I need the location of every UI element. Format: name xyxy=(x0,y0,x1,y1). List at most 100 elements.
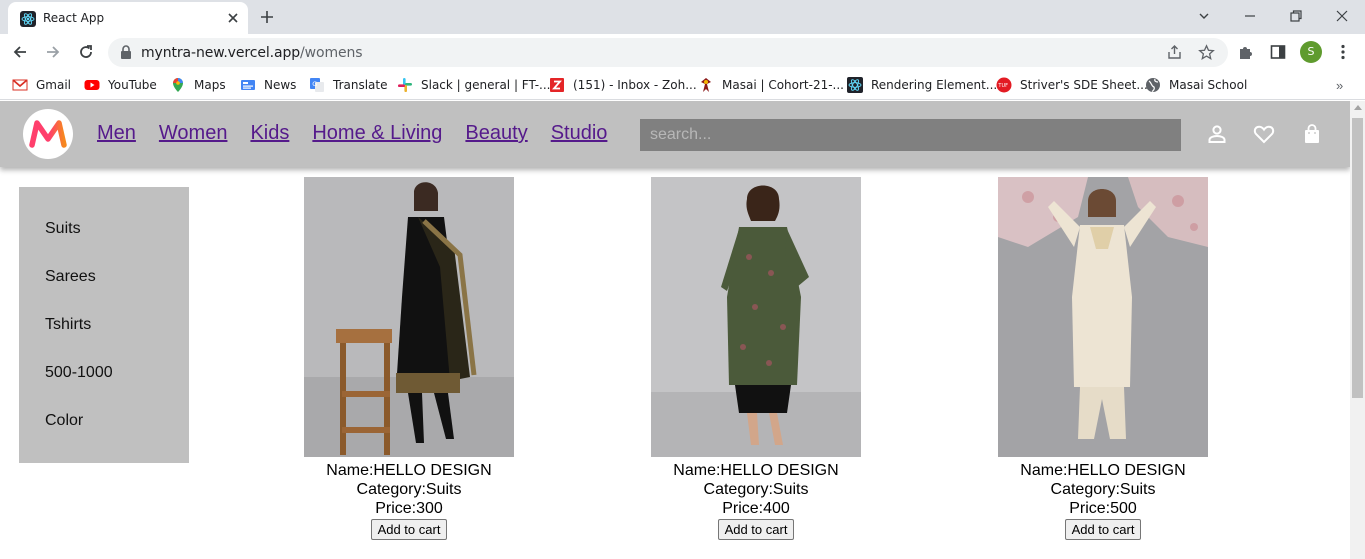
tab-strip: React App xyxy=(0,0,1365,34)
browser-tab[interactable]: React App xyxy=(8,2,248,34)
search-input[interactable] xyxy=(640,119,1181,151)
new-tab-icon[interactable] xyxy=(259,9,275,25)
product-price: Price:500 xyxy=(1069,500,1137,517)
bag-icon[interactable] xyxy=(1301,123,1323,145)
product-image[interactable] xyxy=(998,177,1208,457)
window-close-icon[interactable] xyxy=(1335,9,1349,23)
svg-text:TUF: TUF xyxy=(997,83,1008,89)
masai-icon xyxy=(701,78,711,92)
nav-link-women[interactable]: Women xyxy=(159,122,228,145)
bookmarks-bar: Gmail YouTube Maps News G Translate Slac… xyxy=(0,70,1365,100)
bookmark-zoho[interactable]: (151) - Inbox - Zoh... xyxy=(549,77,697,93)
bookmark-label: YouTube xyxy=(108,78,157,92)
bookmark-label: Translate xyxy=(333,78,388,92)
back-icon[interactable] xyxy=(11,43,29,61)
nav-link-home-living[interactable]: Home & Living xyxy=(312,122,442,145)
product-name: Name:HELLO DESIGN xyxy=(1020,462,1186,479)
bookmark-label: (151) - Inbox - Zoh... xyxy=(573,78,697,92)
product-photo xyxy=(304,177,514,457)
myntra-logo-icon xyxy=(29,120,67,148)
product-price: Price:400 xyxy=(722,500,790,517)
react-icon xyxy=(847,77,863,93)
translate-icon: G xyxy=(310,78,324,92)
menu-kebab-icon[interactable] xyxy=(1334,43,1352,61)
bookmark-label: Slack | general | FT-... xyxy=(421,78,551,92)
sidebar-item-color[interactable]: Color xyxy=(45,412,83,430)
restore-icon[interactable] xyxy=(1289,9,1303,23)
product-price: Price:300 xyxy=(375,500,443,517)
filter-sidebar: Suits Sarees Tshirts 500-1000 Color xyxy=(19,187,189,463)
profile-icon[interactable] xyxy=(1206,123,1228,145)
sidebar-item-suits[interactable]: Suits xyxy=(45,220,81,238)
star-icon[interactable] xyxy=(1198,44,1215,61)
slack-icon xyxy=(398,78,412,92)
wishlist-heart-icon[interactable] xyxy=(1253,123,1275,145)
svg-text:G: G xyxy=(312,80,317,88)
product-image[interactable] xyxy=(651,177,861,457)
site-navbar: Men Women Kids Home & Living Beauty Stud… xyxy=(0,101,1350,167)
product-photo xyxy=(651,177,861,457)
scroll-up-arrow-icon[interactable] xyxy=(1354,105,1362,110)
forward-icon[interactable] xyxy=(44,43,62,61)
bookmark-label: Rendering Element... xyxy=(871,78,998,92)
extensions-icon[interactable] xyxy=(1237,43,1255,61)
browser-toolbar: myntra-new.vercel.app/womens S xyxy=(0,34,1365,70)
product-photo xyxy=(998,177,1208,457)
bookmark-translate[interactable]: G Translate xyxy=(309,77,388,93)
product-name: Name:HELLO DESIGN xyxy=(326,462,492,479)
react-icon xyxy=(20,11,36,27)
bookmark-label: Masai | Cohort-21-... xyxy=(722,78,844,92)
bookmark-label: Striver's SDE Sheet... xyxy=(1020,78,1148,92)
add-to-cart-button[interactable]: Add to cart xyxy=(717,519,795,540)
bookmark-news[interactable]: News xyxy=(240,77,296,93)
scroll-thumb[interactable] xyxy=(1352,118,1363,398)
nav-link-men[interactable]: Men xyxy=(97,122,136,145)
bookmark-label: Maps xyxy=(194,78,226,92)
bookmark-label: Masai School xyxy=(1169,78,1248,92)
sidebar-item-price-range[interactable]: 500-1000 xyxy=(45,364,113,382)
page-viewport: Men Women Kids Home & Living Beauty Stud… xyxy=(0,101,1365,559)
nav-link-studio[interactable]: Studio xyxy=(551,122,608,145)
close-icon[interactable] xyxy=(226,11,240,25)
add-to-cart-button[interactable]: Add to cart xyxy=(1064,519,1142,540)
maps-icon xyxy=(173,78,183,92)
bookmark-youtube[interactable]: YouTube xyxy=(84,77,157,93)
gmail-icon xyxy=(12,79,28,91)
url-text[interactable]: myntra-new.vercel.app/womens xyxy=(141,45,363,61)
product-category: Category:Suits xyxy=(356,481,462,498)
product-image[interactable] xyxy=(304,177,514,457)
product-card: Name:HELLO DESIGN Category:Suits Price:5… xyxy=(998,177,1208,540)
share-icon[interactable] xyxy=(1166,44,1183,61)
profile-avatar[interactable]: S xyxy=(1300,41,1322,63)
myntra-logo[interactable] xyxy=(23,109,73,159)
minimize-icon[interactable] xyxy=(1243,9,1257,23)
bookmark-maps[interactable]: Maps xyxy=(170,77,226,93)
globe-icon xyxy=(1146,78,1160,93)
tuf-icon: TUF xyxy=(996,77,1012,93)
nav-link-beauty[interactable]: Beauty xyxy=(465,122,527,145)
bookmark-label: News xyxy=(264,78,297,92)
nav-link-kids[interactable]: Kids xyxy=(250,122,289,145)
reload-icon[interactable] xyxy=(77,43,95,61)
side-panel-icon[interactable] xyxy=(1269,43,1287,61)
bookmark-striver[interactable]: TUF Striver's SDE Sheet... xyxy=(996,77,1148,93)
bookmark-masai-school[interactable]: Masai School xyxy=(1145,77,1247,93)
address-bar[interactable]: myntra-new.vercel.app/womens xyxy=(108,38,1228,67)
lock-icon[interactable] xyxy=(120,45,132,59)
bookmarks-overflow-icon[interactable]: » xyxy=(1336,78,1343,93)
vertical-scrollbar[interactable] xyxy=(1350,101,1365,559)
tab-search-icon[interactable] xyxy=(1197,9,1211,23)
bookmark-slack[interactable]: Slack | general | FT-... xyxy=(397,77,551,93)
product-category: Category:Suits xyxy=(703,481,809,498)
bookmark-masai[interactable]: Masai | Cohort-21-... xyxy=(698,77,844,93)
bookmark-rendering[interactable]: Rendering Element... xyxy=(847,77,997,93)
tab-title: React App xyxy=(43,11,105,25)
sidebar-item-tshirts[interactable]: Tshirts xyxy=(45,316,91,334)
sidebar-item-sarees[interactable]: Sarees xyxy=(45,268,96,286)
bookmark-gmail[interactable]: Gmail xyxy=(12,77,71,93)
product-name: Name:HELLO DESIGN xyxy=(673,462,839,479)
zoho-icon xyxy=(550,78,564,92)
youtube-icon xyxy=(84,80,100,90)
add-to-cart-button[interactable]: Add to cart xyxy=(370,519,448,540)
url-path: /womens xyxy=(300,45,363,61)
